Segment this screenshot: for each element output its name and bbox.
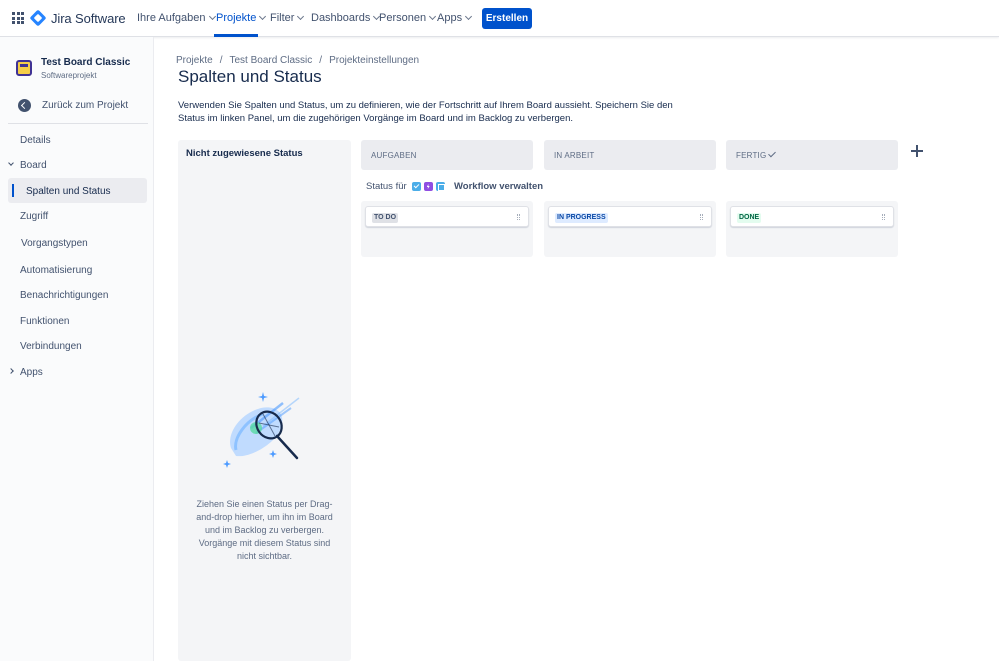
app-switcher-icon[interactable] xyxy=(12,12,24,24)
empty-state-text: Ziehen Sie einen Status per Drag-and-dro… xyxy=(196,499,333,561)
project-avatar xyxy=(16,60,32,76)
sidebar-item-benachrichtigungen[interactable]: Benachrichtigungen xyxy=(20,290,108,301)
status-for-row: Status für xyxy=(366,181,445,192)
status-card-to-do[interactable]: TO DO xyxy=(365,206,529,227)
back-label: Zurück zum Projekt xyxy=(42,100,129,111)
drag-handle-icon[interactable] xyxy=(700,214,703,220)
breadcrumb: Projekte / Test Board Classic / Projekte… xyxy=(176,55,420,66)
drag-handle-icon[interactable] xyxy=(517,214,520,220)
jira-logo-icon xyxy=(29,9,47,27)
jira-logo[interactable]: Jira Software xyxy=(29,9,126,27)
nav-item-personen[interactable]: Personen xyxy=(379,12,437,24)
unassigned-title: Nicht zugewiesene Status xyxy=(186,148,303,159)
column-name: AUFGABEN xyxy=(371,151,417,160)
breadcrumb-project[interactable]: Test Board Classic xyxy=(229,55,312,66)
sidebar-item-details[interactable]: Details xyxy=(20,135,51,146)
status-for-label: Status für xyxy=(366,181,407,192)
chevron-down-icon xyxy=(297,12,305,21)
sidebar-item-vorgangstypen[interactable]: Vorgangstypen xyxy=(21,238,88,249)
manage-workflow-link[interactable]: Workflow verwalten xyxy=(454,181,543,192)
project-name: Test Board Classic xyxy=(41,57,131,68)
chevron-down-icon xyxy=(208,12,216,21)
task-type-icon xyxy=(411,182,421,191)
status-lozenge: TO DO xyxy=(372,213,399,223)
chevron-down-icon xyxy=(429,12,437,21)
unassigned-status-column[interactable]: Nicht zugewiesene Status Ziehen Sie eine… xyxy=(178,140,351,661)
column-name: FERTIG xyxy=(736,151,767,160)
nav-item-apps[interactable]: Apps xyxy=(437,12,473,24)
status-card-in-progress[interactable]: IN PROGRESS xyxy=(548,206,712,227)
nav-item-filter[interactable]: Filter xyxy=(270,12,305,24)
add-column-button[interactable] xyxy=(907,141,927,161)
sidebar: Test Board Classic Softwareprojekt Zurüc… xyxy=(0,37,154,661)
nav-item-dashboards[interactable]: Dashboards xyxy=(311,12,381,24)
sidebar-item-automatisierung[interactable]: Automatisierung xyxy=(20,265,92,276)
sidebar-item-board[interactable]: Board xyxy=(20,160,47,171)
chevron-down-icon xyxy=(465,12,473,21)
selected-indicator xyxy=(12,184,14,197)
sidebar-item-zugriff[interactable]: Zugriff xyxy=(20,211,48,222)
chevron-down-icon xyxy=(259,12,267,21)
active-nav-indicator xyxy=(214,34,258,37)
page-title: Spalten und Status xyxy=(178,67,322,86)
column-body-in-arbeit: IN PROGRESS xyxy=(544,201,716,257)
back-to-project-link[interactable]: Zurück zum Projekt xyxy=(18,99,128,112)
chevron-down-icon[interactable] xyxy=(8,160,14,166)
drag-handle-icon[interactable] xyxy=(882,214,885,220)
column-header-in-arbeit[interactable]: IN ARBEIT xyxy=(544,140,716,170)
column-header-aufgaben[interactable]: AUFGABEN xyxy=(361,140,533,170)
breadcrumb-projekte[interactable]: Projekte xyxy=(176,55,213,66)
breadcrumb-settings[interactable]: Projekteinstellungen xyxy=(329,55,419,66)
status-card-done[interactable]: DONE xyxy=(730,206,894,227)
nav-item-ihre-aufgaben[interactable]: Ihre Aufgaben xyxy=(137,12,216,24)
status-lozenge: DONE xyxy=(737,213,762,223)
column-name: IN ARBEIT xyxy=(554,151,595,160)
project-type: Softwareprojekt xyxy=(41,71,97,80)
page-description: Verwenden Sie Spalten und Status, um zu … xyxy=(178,100,673,124)
subtask-type-icon xyxy=(435,182,445,191)
column-header-fertig[interactable]: FERTIG xyxy=(726,140,898,170)
column-body-fertig: DONE xyxy=(726,201,898,257)
nav-item-projekte[interactable]: Projekte xyxy=(216,12,267,24)
logo-text: Jira Software xyxy=(51,10,126,26)
empty-state-illustration xyxy=(223,392,300,468)
sidebar-item-verbindungen[interactable]: Verbindungen xyxy=(20,341,82,352)
arrow-left-icon xyxy=(18,99,31,112)
status-lozenge: IN PROGRESS xyxy=(555,213,608,223)
sidebar-item-funktionen[interactable]: Funktionen xyxy=(20,316,69,327)
check-icon xyxy=(768,149,776,158)
column-body-aufgaben: TO DO xyxy=(361,201,533,257)
sidebar-item-spalten-und-status[interactable]: Spalten und Status xyxy=(26,186,111,197)
epic-type-icon xyxy=(423,182,433,191)
top-navigation: Jira Software Ihre Aufgaben Projekte Fil… xyxy=(0,0,999,37)
sidebar-item-apps[interactable]: Apps xyxy=(20,367,43,378)
create-button[interactable]: Erstellen xyxy=(482,8,532,29)
sidebar-divider xyxy=(8,123,148,124)
chevron-right-icon[interactable] xyxy=(8,368,14,374)
